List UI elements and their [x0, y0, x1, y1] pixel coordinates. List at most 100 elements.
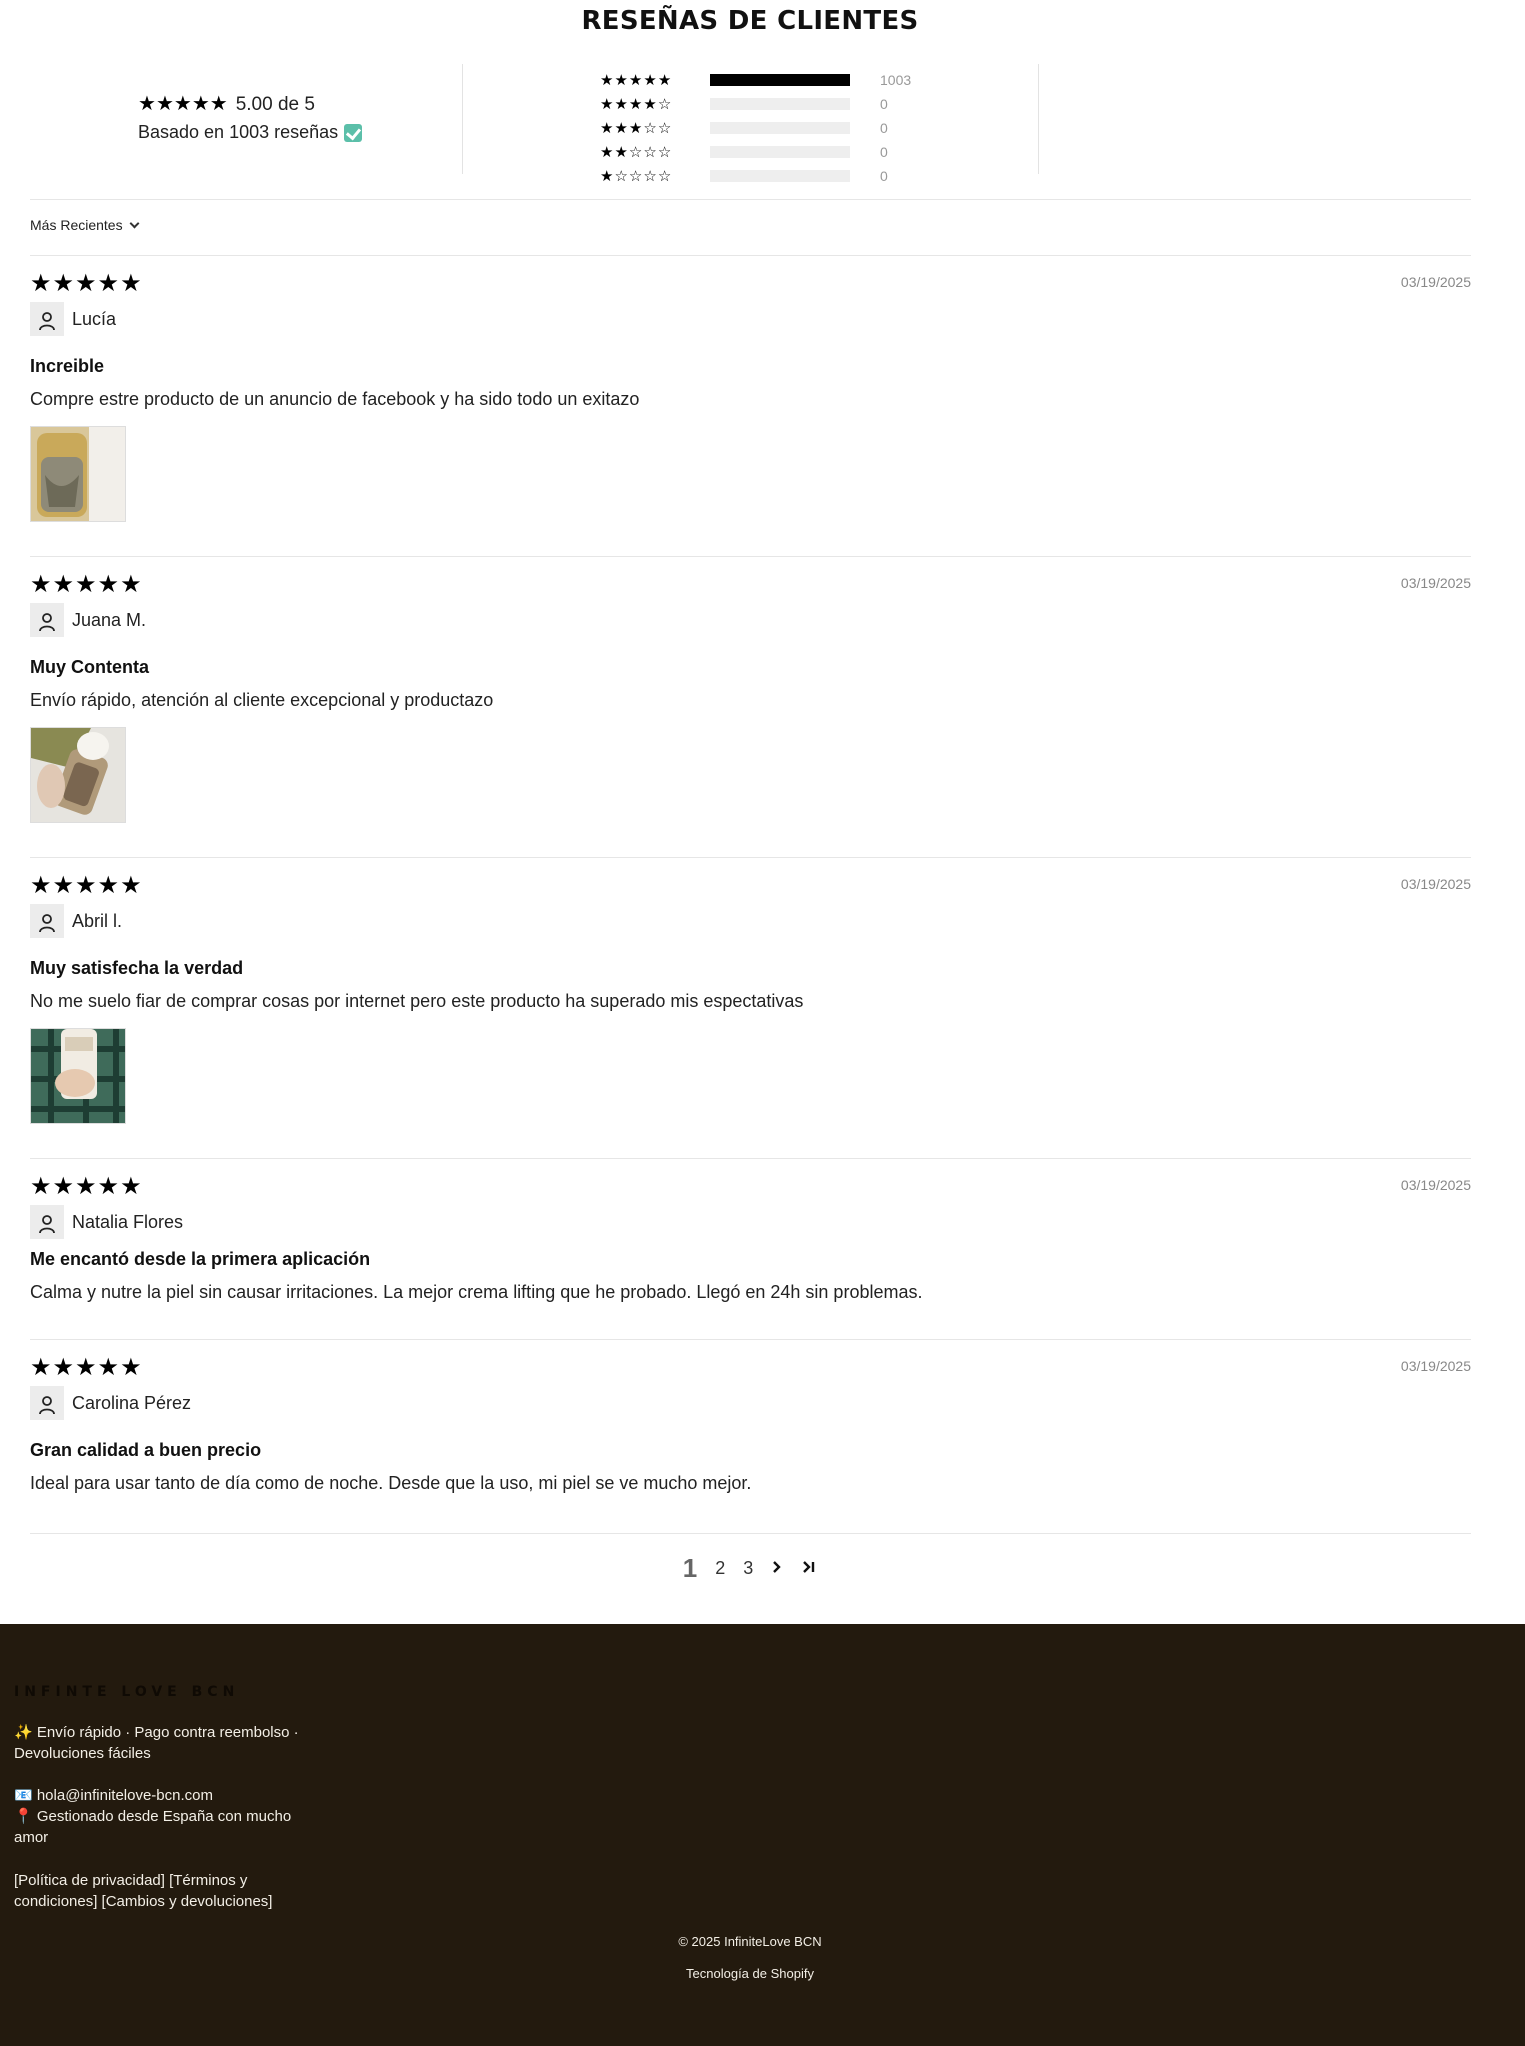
histogram-bar: [710, 98, 850, 110]
review-stars: ★ ★ ★ ★ ★: [30, 573, 1471, 597]
star-empty-icon: ☆: [657, 95, 672, 113]
divider: [30, 556, 1471, 557]
star-filled-icon: ★: [75, 1173, 97, 1200]
histogram-count: 0: [880, 96, 888, 112]
star-filled-icon: ★: [52, 571, 75, 598]
page-1-link[interactable]: 1: [683, 1553, 697, 1584]
star-filled-icon: ★: [643, 71, 657, 89]
divider: [30, 857, 1471, 858]
divider: [30, 1533, 1471, 1534]
review-item: ★ ★ ★ ★ ★ 03/19/2025 Natalia Flores Me encan…: [30, 1175, 1471, 1303]
star-filled-icon: ★: [120, 1173, 142, 1200]
star-filled-icon: ★: [120, 872, 142, 899]
review-title: Gran calidad a buen precio: [30, 1440, 262, 1460]
rating-summary: ★★★★★ 5.00 de 5 Basado en 1003 reseñas ★…: [30, 64, 1471, 184]
star-filled-icon: ★: [97, 872, 120, 899]
histogram-stars: ★ ★ ★ ★ ☆: [600, 97, 710, 112]
average-text: 5.00 de 5: [235, 94, 315, 115]
star-filled-icon: ★: [614, 71, 628, 89]
histogram-row[interactable]: ★ ★ ★ ★ ★ 1003: [600, 68, 911, 92]
histogram-stars: ★ ★ ★ ☆ ☆: [600, 121, 710, 136]
user-avatar-icon: [30, 302, 64, 336]
chevron-last-icon[interactable]: [801, 1558, 817, 1579]
user-avatar-icon: [30, 904, 64, 938]
histogram-row[interactable]: ★ ★ ★ ★ ☆ 0: [600, 92, 911, 116]
divider: [1038, 64, 1039, 174]
histogram-stars: ★ ★ ☆ ☆ ☆: [600, 145, 710, 160]
review-title: Muy Contenta: [30, 657, 149, 677]
footer-email[interactable]: 📧 hola@infinitelove-bcn.com: [14, 1785, 314, 1806]
star-filled-icon: ★: [614, 143, 628, 161]
star-filled-icon: ★: [52, 1354, 75, 1381]
review-body: Ideal para usar tanto de día como de noc…: [30, 1473, 752, 1493]
review-date: 03/19/2025: [1400, 1177, 1471, 1193]
star-filled-icon: ★: [97, 571, 120, 598]
histogram-bar: [710, 74, 850, 86]
star-filled-icon: ★: [30, 872, 52, 899]
star-empty-icon: ☆: [657, 143, 672, 161]
review-body: Calma y nutre la piel sin causar irritac…: [30, 1282, 923, 1302]
review-title: Me encantó desde la primera aplicación: [30, 1249, 371, 1269]
chevron-right-icon[interactable]: [771, 1558, 783, 1579]
footer-brand: INFINTE LOVE BCN: [14, 1684, 240, 1700]
review-author: Carolina Pérez: [72, 1392, 192, 1413]
chevron-down-icon: [129, 218, 140, 228]
review-date: 03/19/2025: [1400, 575, 1471, 591]
sort-label: Más Recientes: [30, 217, 123, 233]
footer-copyright: © 2025 InfiniteLove BCN: [678, 1934, 822, 1949]
star-filled-icon: ★: [97, 1354, 120, 1381]
histogram-count: 0: [880, 168, 888, 184]
sort-dropdown[interactable]: Más Recientes: [30, 217, 140, 233]
histogram-stars: ★ ★ ★ ★ ★: [600, 73, 710, 88]
review-photo[interactable]: [30, 727, 126, 823]
review-item: ★ ★ ★ ★ ★ 03/19/2025 Juana M. Muy Contenta E…: [30, 573, 1471, 823]
review-photo[interactable]: [30, 426, 126, 522]
star-filled-icon: ★: [173, 93, 192, 115]
star-filled-icon: ★: [614, 95, 628, 113]
page-3-link[interactable]: 3: [743, 1558, 753, 1579]
footer-legal-links[interactable]: [Política de privacidad] [Términos y con…: [14, 1870, 294, 1912]
star-filled-icon: ★: [75, 872, 97, 899]
review-item: ★ ★ ★ ★ ★ 03/19/2025 Lucía Increible Compre …: [30, 272, 1471, 522]
star-filled-icon: ★: [52, 872, 75, 899]
star-filled-icon: ★: [30, 571, 52, 598]
footer: INFINTE LOVE BCN ✨ Envío rápido · Pago c…: [0, 1624, 1525, 2046]
histogram-row[interactable]: ★ ★ ★ ☆ ☆ 0: [600, 116, 911, 140]
histogram-row[interactable]: ★ ☆ ☆ ☆ ☆ 0: [600, 164, 911, 188]
review-photo[interactable]: [30, 1028, 126, 1124]
review-author: Juana M.: [72, 609, 147, 630]
star-filled-icon: ★: [191, 93, 210, 115]
star-filled-icon: ★: [600, 119, 614, 137]
review-body: No me suelo fiar de comprar cosas por in…: [30, 991, 804, 1011]
review-author: Lucía: [72, 308, 117, 329]
star-filled-icon: ★: [97, 270, 120, 297]
footer-powered-by[interactable]: Tecnología de Shopify: [0, 1966, 1500, 1981]
divider: [30, 255, 1471, 256]
star-filled-icon: ★: [628, 95, 643, 113]
review-item: ★ ★ ★ ★ ★ 03/19/2025 Abril l. Muy satisfecha…: [30, 874, 1471, 1124]
user-avatar-icon: [30, 603, 64, 637]
star-filled-icon: ★: [614, 119, 628, 137]
star-filled-icon: ★: [30, 270, 52, 297]
star-filled-icon: ★: [155, 93, 174, 115]
based-on-text: Basado en 1003 reseñas: [138, 122, 339, 142]
review-stars: ★ ★ ★ ★ ★: [30, 1356, 1471, 1380]
star-filled-icon: ★: [657, 71, 672, 89]
star-empty-icon: ☆: [628, 167, 643, 185]
star-empty-icon: ☆: [643, 119, 657, 137]
review-stars: ★ ★ ★ ★ ★: [30, 1175, 1471, 1199]
review-title: Increible: [30, 356, 105, 376]
page-2-link[interactable]: 2: [715, 1558, 725, 1579]
star-filled-icon: ★: [120, 270, 142, 297]
review-title: Muy satisfecha la verdad: [30, 958, 244, 978]
page-title: RESEÑAS DE CLIENTES: [581, 6, 919, 36]
footer-shipping-text: ✨ Envío rápido · Pago contra reembolso ·…: [14, 1724, 299, 1762]
star-filled-icon: ★: [600, 143, 614, 161]
histogram-bar-fill: [710, 74, 850, 86]
user-avatar-icon: [30, 1205, 64, 1239]
divider: [30, 1339, 1471, 1340]
histogram-row[interactable]: ★ ★ ☆ ☆ ☆ 0: [600, 140, 911, 164]
star-filled-icon: ★: [600, 167, 614, 185]
divider: [462, 64, 463, 174]
footer-location: 📍 Gestionado desde España con mucho amor: [14, 1808, 292, 1846]
